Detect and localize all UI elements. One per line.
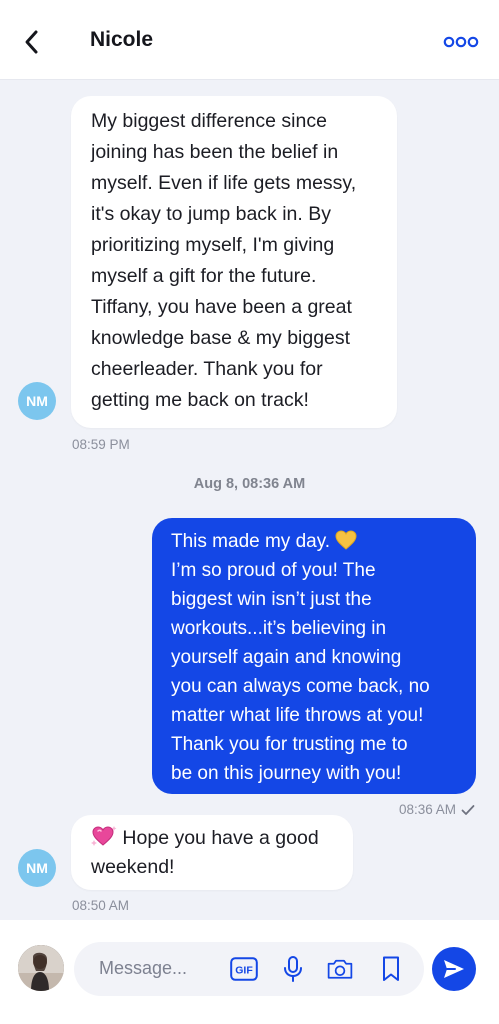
message-text-line: Tiffany, you have been a great bbox=[91, 296, 352, 318]
message-text-line: it's okay to jump back in. By bbox=[91, 203, 331, 225]
back-button[interactable] bbox=[14, 22, 50, 62]
gif-button[interactable]: GIF bbox=[230, 955, 258, 983]
message-text-line: prioritizing myself, I'm giving bbox=[91, 234, 335, 256]
user-avatar-photo[interactable] bbox=[18, 945, 64, 991]
sender-avatar[interactable]: NM bbox=[18, 382, 56, 420]
send-button[interactable] bbox=[432, 947, 476, 991]
chevron-left-icon bbox=[25, 30, 38, 54]
message-text-line: getting me back on track! bbox=[91, 389, 309, 411]
sparkling-heart-icon bbox=[91, 826, 117, 846]
message-text-line: Thank you for trusting me to bbox=[171, 734, 408, 755]
message-text-line: matter what life throws at you! bbox=[171, 705, 424, 726]
message-text-line: Hope you have a good bbox=[122, 827, 319, 849]
chat-header: Nicole bbox=[0, 0, 499, 80]
voice-button[interactable] bbox=[279, 955, 307, 983]
message-text-line: joining has been the belief in bbox=[91, 141, 339, 163]
message-text-line: you can always come back, no bbox=[171, 676, 430, 697]
message-first-line: Hope you have a good bbox=[91, 824, 341, 853]
message-input-placeholder: Message... bbox=[99, 958, 188, 978]
message-text-line: knowledge base & my biggest bbox=[91, 327, 351, 349]
bookmark-icon bbox=[383, 956, 399, 981]
user-avatar-image bbox=[18, 945, 64, 991]
message-text-line: This made my day. bbox=[171, 531, 331, 552]
gif-label: GIF bbox=[235, 965, 253, 977]
more-dots-icon bbox=[443, 36, 479, 48]
incoming-message-bubble[interactable]: My biggest difference since joining has … bbox=[71, 96, 397, 428]
message-timestamp: 08:36 AM bbox=[398, 802, 456, 817]
microphone-icon bbox=[284, 956, 302, 982]
message-text-line: be on this journey with you! bbox=[171, 763, 402, 784]
message-text-line: myself. Even if life gets messy, bbox=[91, 172, 357, 194]
incoming-message-bubble[interactable]: Hope you have a good weekend! bbox=[71, 815, 353, 890]
message-composer: Message... GIF bbox=[0, 920, 499, 1024]
yellow-heart-icon bbox=[335, 530, 357, 550]
send-icon bbox=[444, 960, 464, 978]
bookmark-button[interactable] bbox=[377, 955, 405, 983]
message-text-line: yourself again and knowing bbox=[171, 647, 402, 668]
checkmark-icon bbox=[461, 804, 475, 815]
gif-icon: GIF bbox=[230, 957, 258, 981]
message-first-line: This made my day. bbox=[171, 527, 464, 556]
contact-name: Nicole bbox=[90, 28, 154, 51]
outgoing-message-bubble[interactable]: This made my day. I’m so proud of you! T… bbox=[152, 518, 476, 794]
message-text-line: weekend! bbox=[91, 856, 175, 878]
message-text-line: myself a gift for the future. bbox=[91, 265, 317, 287]
message-text-line: cheerleader. Thank you for bbox=[91, 358, 323, 380]
camera-icon bbox=[327, 959, 353, 979]
message-text-line: biggest win isn’t just the bbox=[171, 589, 372, 610]
message-text-line: My biggest difference since bbox=[91, 110, 327, 132]
message-text-line: workouts...it’s believing in bbox=[171, 618, 387, 639]
date-divider: Aug 8, 08:36 AM bbox=[193, 476, 306, 492]
more-options-button[interactable] bbox=[439, 28, 483, 56]
message-timestamp-row: 08:36 AM bbox=[399, 802, 475, 817]
message-input[interactable]: Message... GIF bbox=[74, 942, 424, 996]
sender-avatar[interactable]: NM bbox=[18, 849, 56, 887]
message-timestamp: 08:59 PM bbox=[72, 437, 130, 452]
camera-button[interactable] bbox=[326, 955, 354, 983]
message-text-line: I’m so proud of you! The bbox=[171, 560, 376, 581]
message-timestamp: 08:50 AM bbox=[72, 898, 130, 913]
